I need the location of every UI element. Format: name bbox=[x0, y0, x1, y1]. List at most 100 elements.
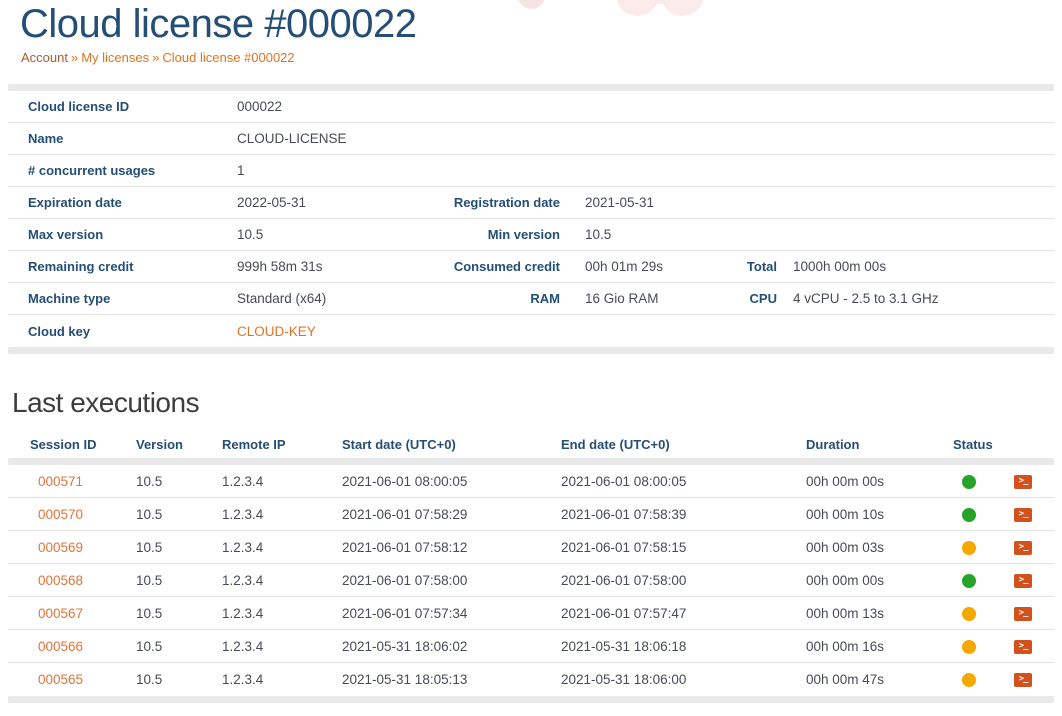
session-link[interactable]: 000571 bbox=[38, 474, 83, 489]
column-header-start-date: Start date (UTC+0) bbox=[314, 431, 533, 458]
end-date-cell: 2021-05-31 18:06:18 bbox=[533, 630, 778, 663]
detail-value: 000022 bbox=[217, 91, 1054, 123]
license-details-table: Cloud license ID 000022 Name CLOUD-LICEN… bbox=[8, 91, 1054, 347]
detail-label: Min version bbox=[447, 219, 560, 251]
executions-title: Last executions bbox=[8, 387, 1054, 419]
detail-value: 10.5 bbox=[560, 219, 1054, 251]
session-link[interactable]: 000567 bbox=[38, 606, 83, 621]
remote-ip-cell: 1.2.3.4 bbox=[200, 630, 314, 663]
detail-value: 2022-05-31 bbox=[217, 187, 447, 219]
start-date-cell: 2021-05-31 18:05:13 bbox=[314, 663, 533, 696]
detail-value: 2021-05-31 bbox=[560, 187, 1054, 219]
session-link[interactable]: 000568 bbox=[38, 573, 83, 588]
detail-value: 999h 58m 31s bbox=[217, 251, 447, 283]
column-header-end-date: End date (UTC+0) bbox=[533, 431, 778, 458]
detail-label: Registration date bbox=[447, 187, 560, 219]
column-header-version: Version bbox=[114, 431, 200, 458]
column-header-session-id: Session ID bbox=[8, 431, 114, 458]
executions-bottom-bar bbox=[8, 696, 1054, 703]
execution-row: 000571 10.5 1.2.3.4 2021-06-01 08:00:05 … bbox=[8, 465, 1054, 498]
remote-ip-cell: 1.2.3.4 bbox=[200, 597, 314, 630]
version-cell: 10.5 bbox=[114, 597, 200, 630]
session-link[interactable]: 000570 bbox=[38, 507, 83, 522]
duration-cell: 00h 00m 03s bbox=[778, 531, 923, 564]
executions-table: 000571 10.5 1.2.3.4 2021-06-01 08:00:05 … bbox=[8, 465, 1054, 696]
end-date-cell: 2021-06-01 07:58:15 bbox=[533, 531, 778, 564]
execution-row: 000565 10.5 1.2.3.4 2021-05-31 18:05:13 … bbox=[8, 663, 1054, 696]
breadcrumb-link-my-licenses[interactable]: My licenses bbox=[81, 50, 149, 65]
detail-label: Machine type bbox=[8, 283, 217, 315]
detail-label: Expiration date bbox=[8, 187, 217, 219]
column-header-duration: Duration bbox=[778, 431, 923, 458]
version-cell: 10.5 bbox=[114, 465, 200, 498]
version-cell: 10.5 bbox=[114, 663, 200, 696]
license-details-section: Cloud license ID 000022 Name CLOUD-LICEN… bbox=[8, 84, 1054, 354]
remote-ip-cell: 1.2.3.4 bbox=[200, 465, 314, 498]
breadcrumb-separator: » bbox=[71, 50, 78, 65]
detail-value: 4 vCPU - 2.5 to 3.1 GHz bbox=[777, 283, 1054, 315]
terminal-icon[interactable]: >_ bbox=[1014, 475, 1032, 489]
detail-label: Max version bbox=[8, 219, 217, 251]
detail-value: 00h 01m 29s bbox=[560, 251, 735, 283]
table-top-bar bbox=[8, 84, 1054, 91]
duration-cell: 00h 00m 16s bbox=[778, 630, 923, 663]
detail-label: Remaining credit bbox=[8, 251, 217, 283]
breadcrumb: Account»My licenses»Cloud license #00002… bbox=[8, 50, 1054, 65]
terminal-icon[interactable]: >_ bbox=[1014, 640, 1032, 654]
column-header-status: Status bbox=[923, 431, 995, 458]
session-link[interactable]: 000569 bbox=[38, 540, 83, 555]
execution-row: 000570 10.5 1.2.3.4 2021-06-01 07:58:29 … bbox=[8, 498, 1054, 531]
breadcrumb-link-account[interactable]: Account bbox=[21, 50, 68, 65]
page-title: Cloud license #000022 bbox=[8, 0, 1054, 47]
table-row: Cloud key CLOUD-KEY bbox=[8, 315, 1054, 347]
start-date-cell: 2021-06-01 07:58:12 bbox=[314, 531, 533, 564]
execution-row: 000567 10.5 1.2.3.4 2021-06-01 07:57:34 … bbox=[8, 597, 1054, 630]
start-date-cell: 2021-06-01 08:00:05 bbox=[314, 465, 533, 498]
column-header-actions bbox=[995, 431, 1054, 458]
session-link[interactable]: 000565 bbox=[38, 672, 83, 687]
detail-value: 1 bbox=[217, 155, 1054, 187]
detail-label: Total bbox=[735, 251, 777, 283]
detail-value: Standard (x64) bbox=[217, 283, 447, 315]
detail-label: Consumed credit bbox=[447, 251, 560, 283]
detail-label: # concurrent usages bbox=[8, 155, 217, 187]
cloud-key-link[interactable]: CLOUD-KEY bbox=[237, 324, 316, 339]
duration-cell: 00h 00m 13s bbox=[778, 597, 923, 630]
status-dot bbox=[962, 607, 976, 621]
version-cell: 10.5 bbox=[114, 564, 200, 597]
executions-header-bar bbox=[8, 458, 1054, 465]
remote-ip-cell: 1.2.3.4 bbox=[200, 498, 314, 531]
detail-label: Cloud license ID bbox=[8, 91, 217, 123]
version-cell: 10.5 bbox=[114, 630, 200, 663]
terminal-icon[interactable]: >_ bbox=[1014, 607, 1032, 621]
detail-label: Name bbox=[8, 123, 217, 155]
detail-label: RAM bbox=[447, 283, 560, 315]
end-date-cell: 2021-05-31 18:06:00 bbox=[533, 663, 778, 696]
table-row: Max version 10.5 Min version 10.5 bbox=[8, 219, 1054, 251]
start-date-cell: 2021-06-01 07:57:34 bbox=[314, 597, 533, 630]
duration-cell: 00h 00m 00s bbox=[778, 465, 923, 498]
detail-value: 1000h 00m 00s bbox=[777, 251, 1054, 283]
terminal-icon[interactable]: >_ bbox=[1014, 574, 1032, 588]
end-date-cell: 2021-06-01 07:58:00 bbox=[533, 564, 778, 597]
table-bottom-bar bbox=[8, 347, 1054, 354]
detail-label: CPU bbox=[735, 283, 777, 315]
terminal-icon[interactable]: >_ bbox=[1014, 673, 1032, 687]
table-row: Machine type Standard (x64) RAM 16 Gio R… bbox=[8, 283, 1054, 315]
status-dot bbox=[962, 673, 976, 687]
detail-value: CLOUD-KEY bbox=[217, 315, 1054, 347]
detail-value: 16 Gio RAM bbox=[560, 283, 735, 315]
end-date-cell: 2021-06-01 07:57:47 bbox=[533, 597, 778, 630]
version-cell: 10.5 bbox=[114, 531, 200, 564]
breadcrumb-current[interactable]: Cloud license #000022 bbox=[162, 50, 294, 65]
status-dot bbox=[962, 640, 976, 654]
terminal-icon[interactable]: >_ bbox=[1014, 508, 1032, 522]
start-date-cell: 2021-06-01 07:58:29 bbox=[314, 498, 533, 531]
status-dot bbox=[962, 574, 976, 588]
breadcrumb-separator: » bbox=[152, 50, 159, 65]
session-link[interactable]: 000566 bbox=[38, 639, 83, 654]
execution-row: 000566 10.5 1.2.3.4 2021-05-31 18:06:02 … bbox=[8, 630, 1054, 663]
terminal-icon[interactable]: >_ bbox=[1014, 541, 1032, 555]
remote-ip-cell: 1.2.3.4 bbox=[200, 531, 314, 564]
start-date-cell: 2021-05-31 18:06:02 bbox=[314, 630, 533, 663]
